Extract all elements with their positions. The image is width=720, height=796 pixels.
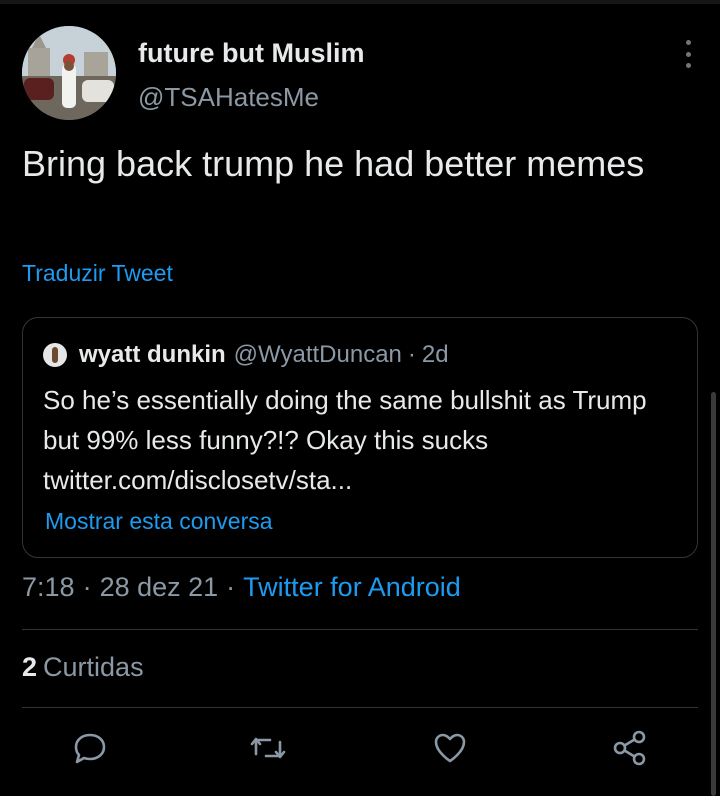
likes-label: Curtidas (43, 652, 144, 682)
separator: · (226, 572, 236, 602)
more-dot (685, 40, 691, 45)
tweet-date: 28 dez 21 (99, 572, 219, 602)
top-divider (0, 0, 720, 4)
quoted-tweet-time: 2d (421, 341, 449, 368)
separator: · (82, 572, 92, 602)
quoted-author-handle: @WyattDuncan (233, 341, 402, 368)
separator: · (407, 341, 416, 368)
divider (22, 629, 698, 630)
more-dot (685, 51, 691, 57)
author-display-name[interactable]: future but Muslim (138, 38, 364, 69)
author-handle[interactable]: @TSAHatesMe (138, 82, 319, 113)
reply-icon[interactable] (70, 728, 110, 768)
divider (22, 707, 698, 708)
like-icon[interactable] (430, 728, 470, 768)
more-options-icon[interactable] (682, 40, 694, 68)
likes-count: 2 (22, 652, 38, 682)
tweet-header: future but Muslim @TSAHatesMe (22, 26, 698, 122)
tweet-source-link[interactable]: Twitter for Android (243, 572, 461, 602)
quoted-tweet-header: wyatt dunkin @WyattDuncan · 2d (43, 340, 449, 370)
quoted-tweet-card[interactable]: wyatt dunkin @WyattDuncan · 2d So he’s e… (22, 317, 698, 558)
avatar-photo-icon (22, 26, 116, 120)
tweet-actions-bar (0, 728, 720, 772)
author-avatar[interactable] (22, 26, 116, 120)
translate-tweet-link[interactable]: Traduzir Tweet (22, 260, 173, 287)
tweet-time: 7:18 (22, 572, 75, 602)
tweet-text: Bring back trump he had better memes (22, 143, 645, 184)
share-icon[interactable] (610, 728, 650, 768)
retweet-icon[interactable] (248, 728, 288, 768)
quoted-author-name: wyatt dunkin (79, 341, 226, 368)
likes-stat[interactable]: 2 Curtidas (22, 652, 144, 683)
quoted-tweet-text: So he’s essentially doing the same bulls… (43, 385, 647, 495)
more-dot (685, 63, 691, 68)
quoted-author-avatar (43, 343, 67, 367)
show-conversation-link[interactable]: Mostrar esta conversa (45, 508, 273, 535)
tweet-metadata: 7:18 · 28 dez 21 · Twitter for Android (22, 572, 461, 603)
